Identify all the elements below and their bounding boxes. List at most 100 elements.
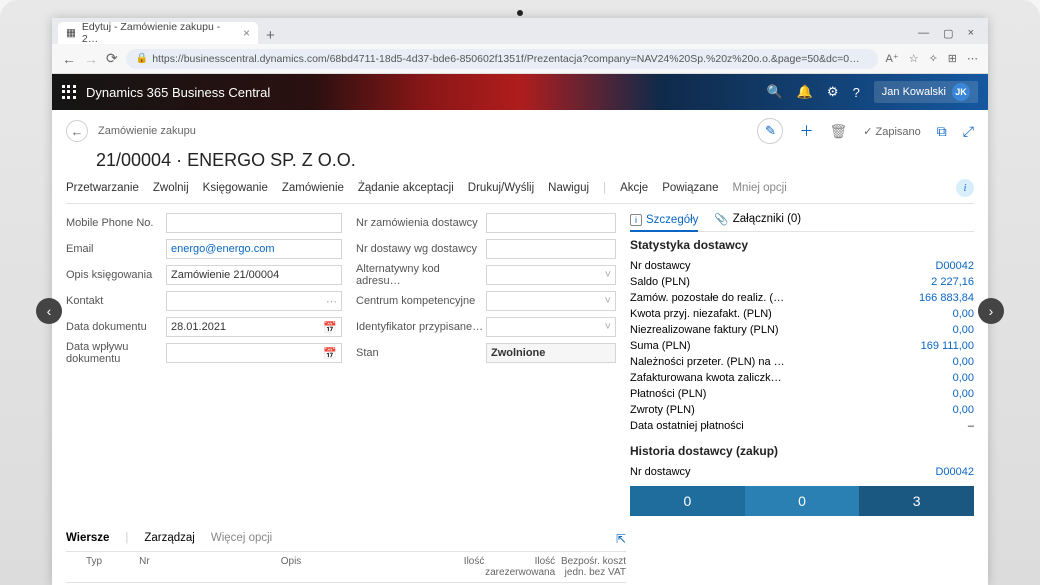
search-icon[interactable]: 🔍: [767, 84, 783, 100]
nav-refresh-icon[interactable]: ⟳: [106, 50, 118, 67]
ribbon-zamowienie[interactable]: Zamówienie: [282, 182, 344, 194]
input-opis[interactable]: Zamówienie 21/00004: [166, 265, 342, 285]
detail-value[interactable]: 0,00: [953, 324, 974, 336]
action-ribbon: Przetwarzanie Zwolnij Księgowanie Zamówi…: [66, 179, 974, 204]
input-datawp[interactable]: 📅: [166, 343, 342, 363]
window-maximize-icon[interactable]: ▢: [943, 27, 953, 40]
calendar-icon[interactable]: 📅: [323, 347, 337, 360]
detail-value[interactable]: –: [968, 420, 974, 432]
tab-wiersze[interactable]: Wiersze: [66, 532, 109, 546]
hist-box-1[interactable]: 0: [630, 486, 745, 516]
detail-label: Suma (PLN): [630, 340, 691, 352]
new-tab-button[interactable]: +: [258, 27, 283, 44]
favorite-icon[interactable]: ☆: [909, 52, 919, 65]
edit-button[interactable]: ✎: [757, 118, 783, 144]
url-input[interactable]: 🔒 https://businesscentral.dynamics.com/6…: [126, 49, 878, 69]
hist-heading: Historia dostawcy (zakup): [630, 444, 974, 458]
input-nrd[interactable]: [486, 239, 616, 259]
saved-status: ✓ Zapisano: [863, 125, 921, 138]
select-alt[interactable]: ˅: [486, 265, 616, 285]
detail-label: Nr dostawcy: [630, 260, 691, 272]
user-menu[interactable]: Jan Kowalski JK: [874, 81, 978, 103]
detail-label: Zwroty (PLN): [630, 404, 695, 416]
breadcrumb[interactable]: Zamówienie zakupu: [98, 125, 196, 137]
help-icon[interactable]: ?: [853, 85, 860, 100]
settings-icon[interactable]: ⚙: [827, 84, 839, 100]
info-icon[interactable]: i: [956, 179, 974, 197]
back-button[interactable]: ←: [66, 120, 88, 142]
browser-tab[interactable]: ▦ Edytuj - Zamówienie zakupu - 2… ×: [58, 22, 258, 44]
select-idp[interactable]: ˅: [486, 317, 616, 337]
col-bez[interactable]: Bezpośr. koszt jedn. bez VAT: [555, 556, 626, 578]
detail-label: Saldo (PLN): [630, 276, 690, 288]
lbl-cen: Centrum kompetencyjne: [356, 295, 486, 307]
share-icon[interactable]: ⇱: [616, 532, 626, 546]
input-kontakt[interactable]: ⋯: [166, 291, 342, 311]
detail-value[interactable]: D00042: [935, 260, 974, 272]
popout-icon[interactable]: ⧉: [937, 123, 947, 140]
extensions-icon[interactable]: ⊞: [948, 52, 957, 65]
detail-value[interactable]: 0,00: [953, 404, 974, 416]
tab-close-icon[interactable]: ×: [243, 26, 250, 40]
lbl-alt: Alternatywny kod adresu…: [356, 263, 486, 287]
detail-label: Niezrealizowane faktury (PLN): [630, 324, 779, 336]
ribbon-przetwarzanie[interactable]: Przetwarzanie: [66, 182, 139, 194]
chevron-down-icon: ˅: [605, 321, 611, 333]
ribbon-nawiguj[interactable]: Nawiguj: [548, 182, 589, 194]
chevron-down-icon: ˅: [605, 295, 611, 307]
detail-value[interactable]: 169 111,00: [921, 340, 974, 352]
collections-icon[interactable]: ✧: [929, 52, 938, 65]
nav-back-icon[interactable]: ←: [62, 51, 76, 67]
calendar-icon[interactable]: 📅: [323, 321, 337, 334]
hist-label: Nr dostawcy: [630, 466, 691, 478]
ribbon-powiazane[interactable]: Powiązane: [662, 182, 718, 194]
tab-wiecej[interactable]: Więcej opcji: [211, 532, 272, 546]
input-nrz[interactable]: [486, 213, 616, 233]
detail-value[interactable]: 0,00: [953, 388, 974, 400]
ribbon-zadanie[interactable]: Żądanie akceptacji: [358, 182, 454, 194]
expand-icon[interactable]: ⤢: [963, 123, 974, 140]
input-datadok[interactable]: 28.01.2021📅: [166, 317, 342, 337]
window-close-icon[interactable]: ×: [968, 27, 974, 40]
hist-value[interactable]: D00042: [935, 466, 974, 478]
read-aloud-icon[interactable]: A⁺: [886, 52, 899, 65]
carousel-next-button[interactable]: ›: [978, 298, 1004, 324]
select-cen[interactable]: ˅: [486, 291, 616, 311]
ribbon-zwolnij[interactable]: Zwolnij: [153, 182, 189, 194]
attachment-icon: 📎: [714, 212, 728, 226]
tab-zalaczniki[interactable]: 📎Załączniki (0): [714, 212, 801, 226]
lbl-stan: Stan: [356, 347, 486, 359]
tab-szczegoly[interactable]: iSzczegóły: [630, 212, 698, 232]
detail-value[interactable]: 0,00: [953, 372, 974, 384]
col-opis[interactable]: Opis: [281, 556, 440, 578]
new-button[interactable]: ＋: [799, 121, 813, 141]
detail-value[interactable]: 2 227,16: [931, 276, 974, 288]
col-rez[interactable]: Ilość zarezerwowana: [484, 556, 555, 578]
ribbon-akcje[interactable]: Akcje: [620, 182, 648, 194]
ribbon-ksiegowanie[interactable]: Księgowanie: [203, 182, 268, 194]
nav-forward-icon[interactable]: →: [84, 51, 98, 67]
detail-value[interactable]: 0,00: [953, 308, 974, 320]
input-mobile[interactable]: [166, 213, 342, 233]
detail-value[interactable]: 166 883,84: [919, 292, 974, 304]
hist-box-3[interactable]: 3: [859, 486, 974, 516]
tab-zarzadzaj[interactable]: Zarządzaj: [144, 532, 195, 546]
col-typ[interactable]: Typ: [86, 556, 139, 578]
hist-box-2[interactable]: 0: [745, 486, 860, 516]
col-nr[interactable]: Nr: [139, 556, 192, 578]
ribbon-drukuj[interactable]: Drukuj/Wyślij: [468, 182, 534, 194]
browser-menu-icon[interactable]: ⋯: [967, 52, 978, 65]
col-ilosc[interactable]: Ilość: [440, 556, 484, 578]
lbl-mobile: Mobile Phone No.: [66, 217, 166, 229]
window-minimize-icon[interactable]: —: [918, 27, 929, 40]
app-header: Dynamics 365 Business Central 🔍 🔔 ⚙ ? Ja…: [52, 74, 988, 110]
carousel-prev-button[interactable]: ‹: [36, 298, 62, 324]
lbl-opis: Opis księgowania: [66, 269, 166, 281]
input-email[interactable]: energo@energo.com: [166, 239, 342, 259]
delete-button[interactable]: 🗑: [829, 123, 847, 140]
ribbon-more[interactable]: Mniej opcji: [732, 182, 786, 194]
detail-value[interactable]: 0,00: [953, 356, 974, 368]
notifications-icon[interactable]: 🔔: [797, 84, 813, 100]
detail-row: Zafakturowana kwota zaliczk…0,00: [630, 370, 974, 386]
app-launcher-icon[interactable]: [62, 85, 76, 99]
